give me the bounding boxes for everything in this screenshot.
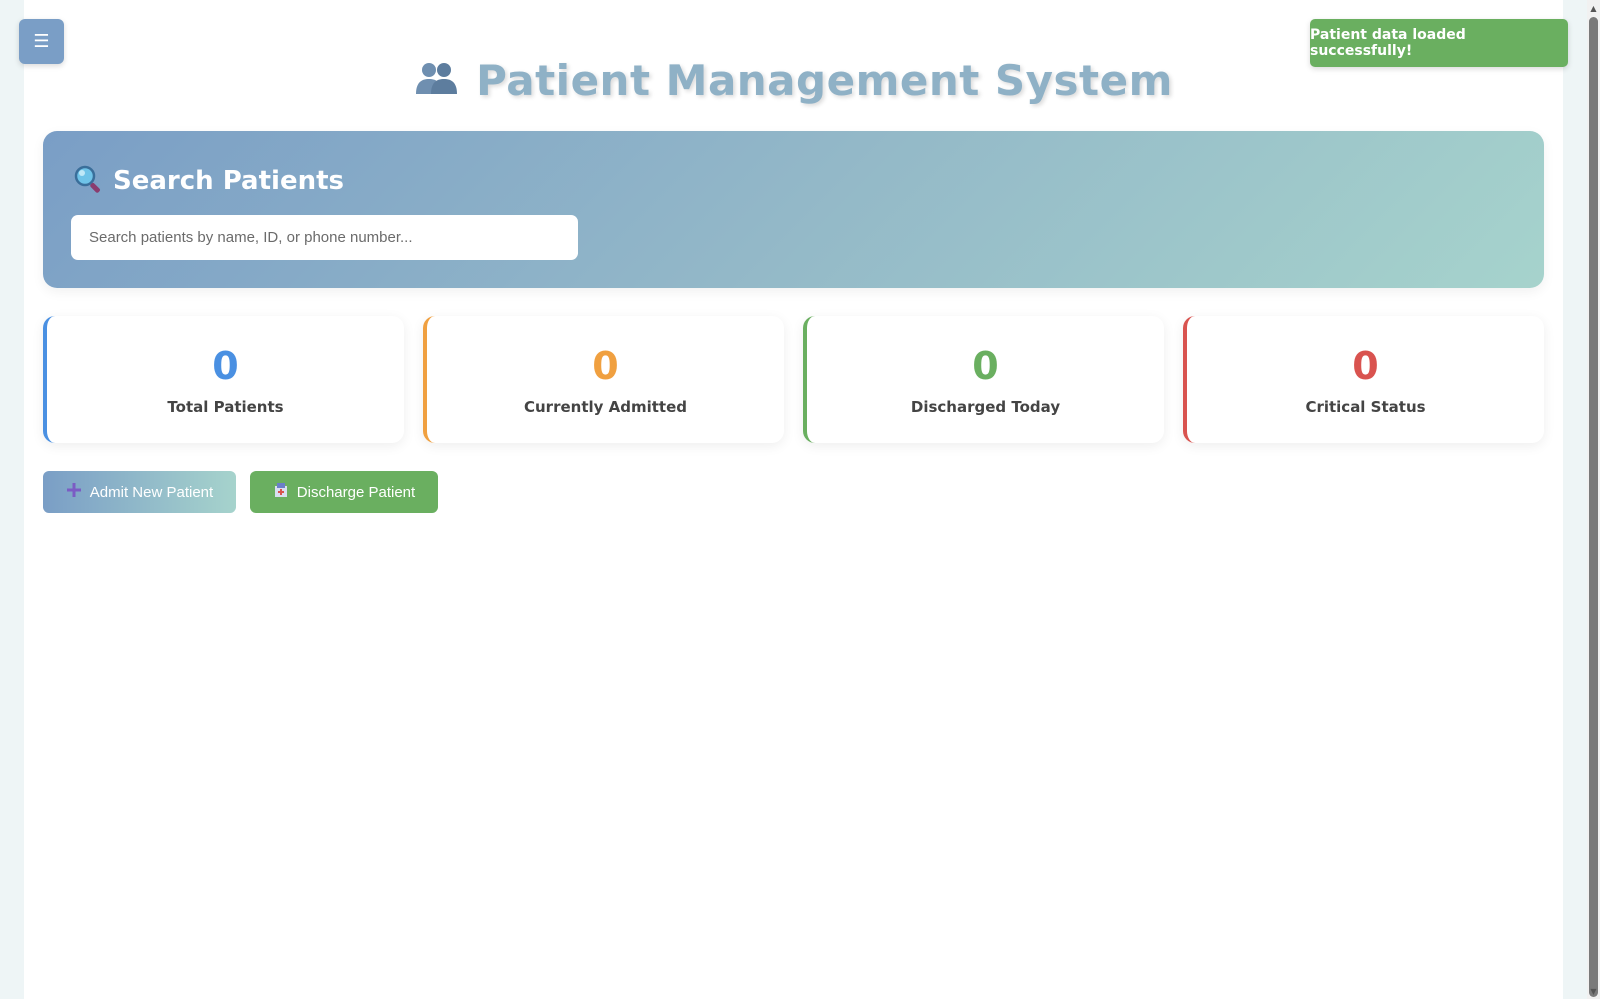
stat-value: 0 [212, 344, 239, 388]
hamburger-icon: ☰ [33, 31, 50, 52]
stat-value: 0 [592, 344, 619, 388]
scroll-down-icon[interactable]: ▼ [1587, 983, 1600, 999]
stat-label: Total Patients [167, 398, 284, 416]
hospital-icon [273, 482, 289, 502]
admit-new-patient-button[interactable]: Admit New Patient [43, 471, 236, 513]
scroll-up-icon[interactable]: ▲ [1587, 0, 1600, 16]
stat-card-currently-admitted: 0 Currently Admitted [423, 316, 784, 443]
stat-label: Currently Admitted [523, 398, 687, 416]
search-heading: Search Patients [73, 161, 344, 201]
stat-card-total-patients: 0 Total Patients [43, 316, 404, 443]
plus-icon [66, 482, 82, 502]
page-title: Patient Management System [476, 55, 1173, 105]
stat-value: 0 [972, 344, 999, 388]
search-panel: Search Patients [43, 131, 1544, 288]
discharge-button-label: Discharge Patient [296, 483, 416, 501]
stat-card-critical-status: 0 Critical Status [1183, 316, 1544, 443]
magnifier-icon [73, 164, 103, 199]
stat-label: Discharged Today [910, 398, 1061, 416]
admit-button-label: Admit New Patient [89, 483, 214, 501]
vertical-scrollbar[interactable]: ▲ ▼ [1587, 0, 1600, 999]
stat-value: 0 [1352, 344, 1379, 388]
stat-label: Critical Status [1305, 398, 1426, 416]
page-header: Patient Management System [24, 50, 1563, 110]
discharge-patient-button[interactable]: Discharge Patient [250, 471, 438, 513]
search-input[interactable] [71, 215, 578, 260]
search-heading-text: Search Patients [113, 166, 344, 196]
scroll-thumb[interactable] [1589, 17, 1598, 997]
stat-card-discharged-today: 0 Discharged Today [803, 316, 1164, 443]
users-icon [414, 60, 458, 101]
